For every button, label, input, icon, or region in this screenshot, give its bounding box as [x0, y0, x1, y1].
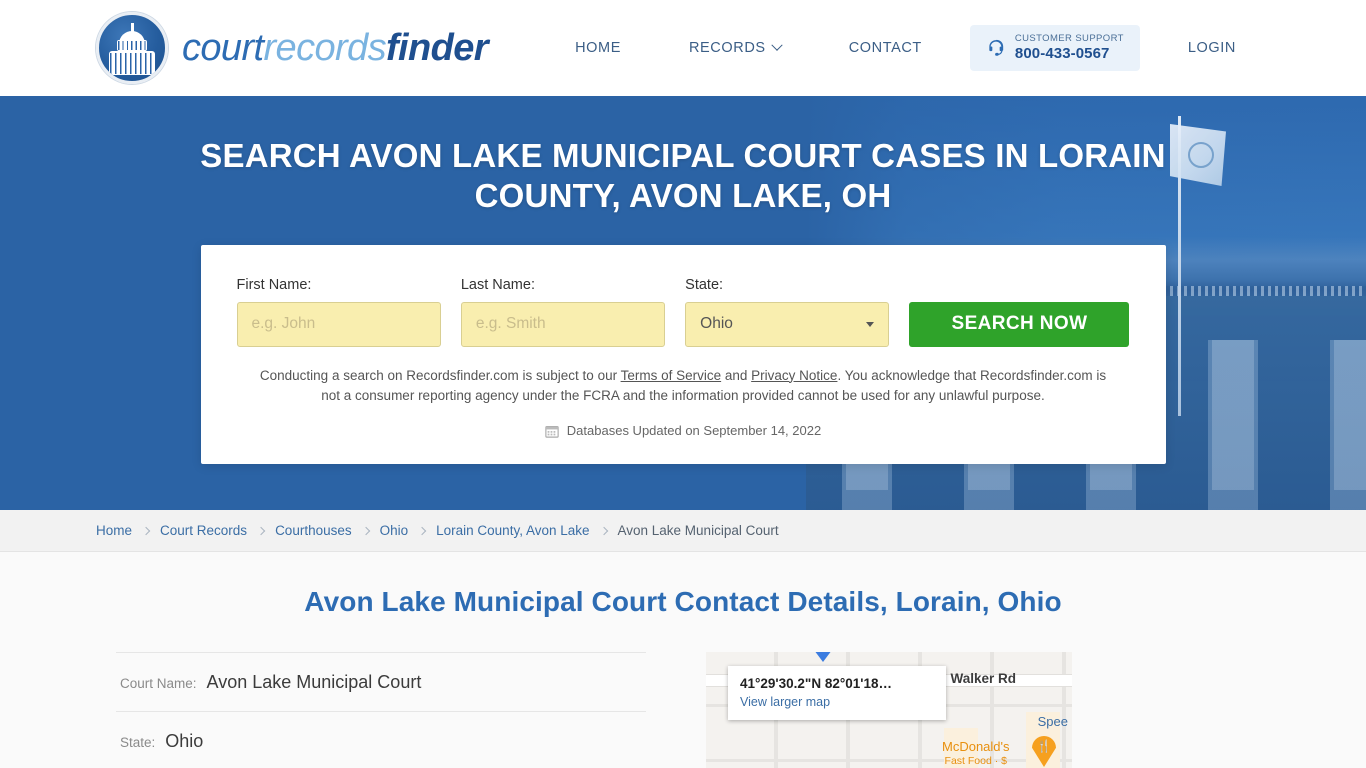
map-poi-name: McDonald's [942, 739, 1010, 754]
privacy-notice-link[interactable]: Privacy Notice [751, 368, 837, 383]
breadcrumb-item-home[interactable]: Home [96, 523, 132, 538]
databases-updated: Databases Updated on September 14, 2022 [237, 423, 1130, 438]
capitol-dome-icon [96, 12, 168, 84]
detail-row-state: State: Ohio [116, 711, 646, 768]
databases-updated-text: Databases Updated on September 14, 2022 [566, 423, 822, 439]
customer-support-badge[interactable]: CUSTOMER SUPPORT 800-433-0567 [969, 24, 1140, 72]
map-poi-mcdonalds: McDonald's Fast Food · $ [942, 739, 1010, 767]
main-navigation: HOME RECORDS CONTACT CUSTOMER SUPPORT 80… [541, 24, 1270, 72]
view-larger-map-link[interactable]: View larger map [740, 695, 934, 709]
nav-item-login[interactable]: LOGIN [1154, 40, 1270, 56]
first-name-label: First Name: [236, 276, 312, 293]
last-name-label: Last Name: [460, 276, 535, 293]
disclaimer-pre: Conducting a search on Recordsfinder.com… [259, 367, 621, 383]
terms-of-service-link[interactable]: Terms of Service [621, 368, 722, 383]
nav-label-records: RECORDS [688, 39, 766, 56]
map-poi-speedway: Spee [1037, 714, 1068, 729]
first-name-input[interactable] [236, 301, 441, 347]
breadcrumb-item-current: Avon Lake Municipal Court [617, 523, 779, 538]
breadcrumb-item-lorain-county[interactable]: Lorain County, Avon Lake [436, 523, 589, 538]
state-field-group: State: Ohio [685, 276, 890, 347]
last-name-input[interactable] [460, 301, 666, 347]
nav-label-home: HOME [575, 39, 621, 56]
page-title: SEARCH AVON LAKE MUNICIPAL COURT CASES I… [200, 137, 1166, 215]
map-coordinates: 41°29'30.2"N 82°01'18… [740, 676, 892, 691]
state-selected-value: Ohio [700, 315, 733, 332]
chevron-down-icon [866, 321, 875, 327]
logo-text-court: court [182, 26, 264, 69]
content-heading: Avon Lake Municipal Court Contact Detail… [304, 586, 1062, 617]
breadcrumb-bar: Home Court Records Courthouses Ohio Lora… [0, 510, 1366, 552]
map-poi-category: Fast Food · $ [944, 754, 1007, 767]
detail-value: Avon Lake Municipal Court [206, 672, 422, 692]
detail-label: State: [120, 735, 156, 750]
calendar-icon [545, 425, 559, 438]
breadcrumb-item-courthouses[interactable]: Courthouses [275, 523, 352, 538]
logo-text-records: records [263, 26, 386, 69]
logo-text-finder: finder [386, 26, 489, 69]
support-phone[interactable]: 800-433-0567 [1015, 45, 1124, 62]
search-disclaimer: Conducting a search on Recordsfinder.com… [237, 366, 1130, 408]
detail-row-court-name: Court Name: Avon Lake Municipal Court [116, 652, 646, 711]
logo-wordmark: courtrecordsfinder [182, 26, 489, 70]
chevron-right-icon [361, 526, 370, 535]
content-columns: Court Name: Avon Lake Municipal Court St… [0, 618, 1366, 768]
chevron-right-icon [417, 526, 427, 535]
detail-label: Court Name: [120, 676, 197, 691]
chevron-right-icon [256, 526, 266, 535]
map-marker-icon [814, 652, 832, 662]
main-content: Avon Lake Municipal Court Contact Detail… [0, 552, 1366, 768]
last-name-field-group: Last Name: [460, 276, 666, 347]
hero-banner: SEARCH AVON LAKE MUNICIPAL COURT CASES I… [0, 96, 1366, 510]
detail-value: Ohio [165, 731, 204, 751]
logo[interactable]: courtrecordsfinder [96, 12, 489, 84]
state-select[interactable]: Ohio [685, 301, 890, 347]
site-header: courtrecordsfinder HOME RECORDS CONTACT … [0, 0, 1366, 96]
court-details-list: Court Name: Avon Lake Municipal Court St… [116, 652, 646, 768]
headset-icon [989, 39, 1004, 56]
breadcrumb-item-court-records[interactable]: Court Records [160, 523, 247, 538]
search-form-card: First Name: Last Name: State: Ohio SEARC… [200, 244, 1166, 465]
nav-item-contact[interactable]: CONTACT [815, 40, 956, 56]
nav-label-login: LOGIN [1187, 39, 1236, 56]
breadcrumb-item-ohio[interactable]: Ohio [380, 523, 409, 538]
location-map[interactable]: Walker Rd McDonald's Fast Food · $ 🍴 Spe… [706, 652, 1072, 768]
chevron-right-icon [599, 526, 608, 535]
map-street-label: Walker Rd [950, 671, 1016, 686]
chevron-down-icon [771, 39, 783, 51]
first-name-field-group: First Name: [236, 276, 441, 347]
map-info-card: 41°29'30.2"N 82°01'18… View larger map [728, 666, 946, 720]
nav-item-home[interactable]: HOME [541, 40, 655, 56]
support-label: CUSTOMER SUPPORT [1014, 32, 1124, 44]
search-now-button[interactable]: SEARCH NOW [909, 301, 1130, 347]
disclaimer-mid: and [721, 367, 752, 383]
breadcrumb: Home Court Records Courthouses Ohio Lora… [96, 523, 779, 538]
search-form-row: First Name: Last Name: State: Ohio SEARC… [236, 276, 1130, 347]
nav-label-contact: CONTACT [848, 39, 922, 56]
nav-item-records[interactable]: RECORDS [655, 39, 815, 56]
chevron-right-icon [141, 526, 151, 535]
state-label: State: [685, 276, 724, 293]
